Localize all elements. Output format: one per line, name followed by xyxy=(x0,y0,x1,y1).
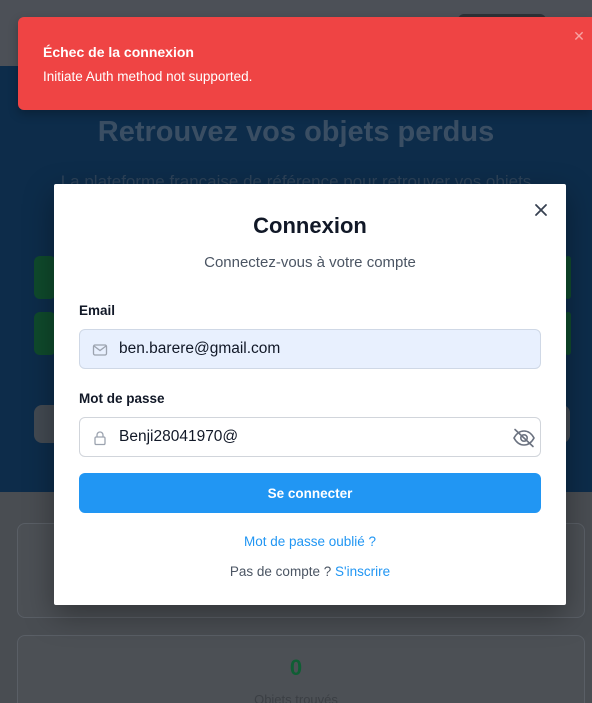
forgot-password-link[interactable]: Mot de passe oublié ? xyxy=(54,534,566,549)
mail-icon xyxy=(92,344,108,356)
lock-icon xyxy=(94,431,106,446)
password-field-container xyxy=(79,417,541,457)
background-stat-value: 0 xyxy=(289,655,303,680)
modal-title: Connexion xyxy=(253,213,367,238)
password-label: Mot de passe xyxy=(79,391,165,406)
no-account-text: Pas de compte ? xyxy=(229,564,332,579)
email-label: Email xyxy=(79,303,116,318)
login-submit-button[interactable]: Se connecter xyxy=(79,473,541,513)
close-icon[interactable]: ✕ xyxy=(572,29,586,43)
modal-subtitle: Connectez-vous à votre compte xyxy=(204,254,416,271)
email-field-container xyxy=(79,329,541,369)
eye-off-icon[interactable] xyxy=(512,428,536,448)
background-button-left-2 xyxy=(34,312,56,355)
password-input[interactable] xyxy=(119,418,499,456)
email-input[interactable] xyxy=(119,330,499,368)
toast-message: Initiate Auth method not supported. xyxy=(43,69,253,84)
error-toast: Échec de la connexion Initiate Auth meth… xyxy=(18,17,592,110)
background-hero-title: Retrouvez vos objets perdus xyxy=(97,116,495,148)
toast-title: Échec de la connexion xyxy=(43,44,194,60)
background-stat-label: Objets trouvés xyxy=(254,692,338,703)
signup-link[interactable]: S'inscrire xyxy=(335,564,390,579)
background-button-left-1 xyxy=(34,256,56,299)
signup-prompt: Pas de compte ? S'inscrire xyxy=(54,564,566,579)
login-modal: Connexion Connectez-vous à votre compte … xyxy=(54,184,566,605)
